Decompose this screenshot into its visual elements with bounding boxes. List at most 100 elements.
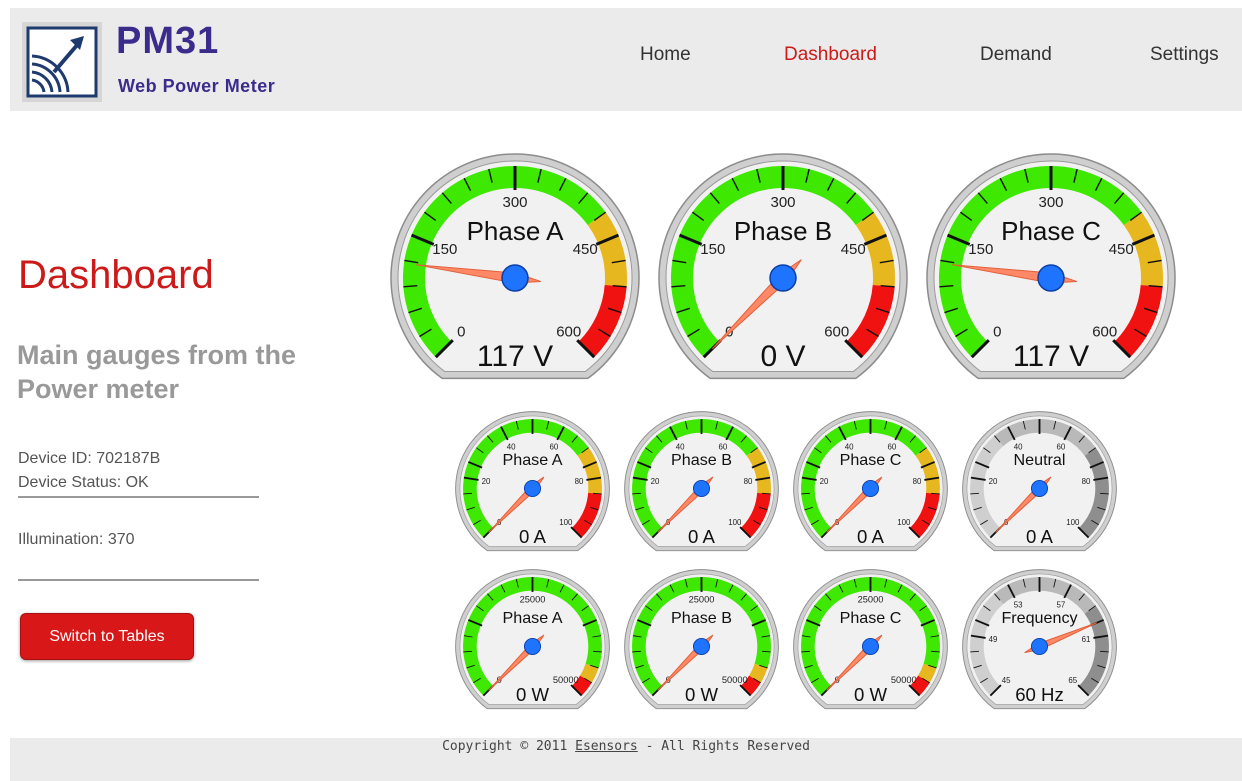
nav-home[interactable]: Home	[640, 44, 691, 66]
gauge-tick-label: 450	[841, 241, 866, 258]
current-gauge-phase-a: 020406080100Phase A0 A	[455, 411, 610, 560]
gauge-title: Phase B	[671, 609, 732, 627]
frequency-gauge: 45 49 53 57 61 65 Frequency 60 Hz	[962, 569, 1117, 718]
gauge-tick-label: 600	[556, 324, 581, 341]
gauge-tick-label: 50000	[891, 675, 917, 685]
gauge-title: Phase B	[734, 216, 832, 246]
page-title: Dashboard	[18, 253, 214, 297]
gauge-tick-label: 100	[897, 518, 911, 527]
gauge-value: 117 V	[1013, 340, 1089, 373]
gauge-title: Phase C	[840, 451, 902, 469]
gauge-tick-label: 100	[1066, 518, 1080, 527]
gauge-tick-label: 25000	[689, 594, 715, 604]
switch-to-tables-button[interactable]: Switch to Tables	[20, 613, 194, 660]
gauge-tick-label: 0	[993, 324, 1001, 341]
gauge-title: Neutral	[1014, 451, 1066, 469]
current-gauge-phase-c: 020406080100Phase C0 A	[793, 411, 948, 560]
gauge-hub	[1030, 637, 1049, 656]
gauge-value: 0 V	[760, 340, 805, 373]
gauge-hub	[692, 479, 711, 498]
gauge-title: Phase C	[840, 609, 902, 627]
voltage-gauge-phase-a: 0 150 300 450 600 Phase A 117 V	[390, 153, 640, 391]
gauge-tick-label: 150	[700, 241, 725, 258]
device-id: Device ID: 702187B	[18, 450, 161, 467]
gauge-hub	[769, 264, 797, 292]
gauge-svg: 0 150 300 450 600 Phase A 117 V	[390, 153, 640, 380]
gauge-hub	[861, 479, 880, 498]
gauge-tick-label: 45	[1002, 676, 1011, 685]
divider	[18, 579, 259, 581]
gauge-tick-label: 25000	[858, 594, 884, 604]
gauge-svg: 020406080100Phase B0 A	[624, 411, 779, 552]
gauge-value: 117 V	[477, 340, 553, 373]
gauge-tick-label: 25000	[520, 594, 546, 604]
nav-dashboard[interactable]: Dashboard	[784, 44, 877, 66]
nav-settings[interactable]: Settings	[1150, 44, 1219, 66]
gauge-title: Frequency	[1001, 609, 1078, 627]
footer: Copyright © 2011 Esensors - All Rights R…	[10, 738, 1242, 781]
gauge-tick-label: 300	[1038, 194, 1063, 211]
gauge-tick-label: 300	[770, 194, 795, 211]
gauge-tick-label: 100	[728, 518, 742, 527]
gauge-hub	[1030, 479, 1049, 498]
divider	[18, 496, 259, 498]
gauge-tick-label: 50000	[722, 675, 748, 685]
gauge-svg: 0150300450600Phase B0 V	[658, 153, 908, 380]
header-bar: PM31 Web Power Meter Home Dashboard Dema…	[10, 8, 1242, 111]
copyright-suffix: - All Rights Reserved	[637, 739, 810, 754]
gauge-tick-label: 20	[651, 477, 660, 486]
gauge-title: Phase A	[467, 216, 565, 246]
gauge-hub	[692, 637, 711, 656]
gauge-tick-label: 0	[457, 324, 465, 341]
gauge-value: 0 A	[688, 526, 715, 547]
gauge-title: Phase C	[1001, 216, 1101, 246]
gauge-tick-label: 80	[575, 477, 584, 486]
esensors-link[interactable]: Esensors	[575, 739, 638, 754]
gauge-tick-label: 20	[989, 477, 998, 486]
gauge-svg: 02500050000Phase A0 W	[455, 569, 610, 710]
power-gauge-phase-b: 02500050000Phase B0 W	[624, 569, 779, 718]
power-gauge-phase-c: 02500050000Phase C0 W	[793, 569, 948, 718]
gauge-svg: 0 150 300 450 600 Phase C 117 V	[926, 153, 1176, 380]
gauge-title: Phase B	[671, 451, 732, 469]
gauge-tick-label: 80	[913, 477, 922, 486]
gauge-value: 0 A	[857, 526, 884, 547]
logo[interactable]	[22, 22, 102, 102]
voltage-gauge-phase-b: 0150300450600Phase B0 V	[658, 153, 908, 391]
page-subtitle: Main gauges from the Power meter	[17, 340, 297, 404]
gauge-hub	[861, 637, 880, 656]
gauge-value: 0 A	[519, 526, 546, 547]
gauge-hub	[523, 637, 542, 656]
gauge-tick-label: 49	[989, 635, 998, 644]
gauge-tick-label: 20	[820, 477, 829, 486]
gauge-svg: 020406080100Phase C0 A	[793, 411, 948, 552]
gauge-tick-label: 450	[573, 241, 598, 258]
voltage-gauge-phase-c: 0 150 300 450 600 Phase C 117 V	[926, 153, 1176, 391]
gauge-tick-label: 450	[1109, 241, 1134, 258]
signal-logo-icon	[26, 26, 98, 98]
brand-title: PM31	[116, 20, 220, 62]
gauge-tick-label: 65	[1068, 676, 1077, 685]
nav-demand[interactable]: Demand	[980, 44, 1052, 66]
gauge-value: 60 Hz	[1015, 684, 1064, 705]
device-status: Device Status: OK	[18, 474, 149, 491]
gauge-tick-label: 50000	[553, 675, 579, 685]
gauge-value: 0 A	[1026, 526, 1053, 547]
gauge-tick-label: 150	[432, 241, 457, 258]
gauge-hub	[523, 479, 542, 498]
gauge-tick-label: 150	[968, 241, 993, 258]
gauge-svg: 020406080100Neutral0 A	[962, 411, 1117, 552]
current-gauge-phase-b: 020406080100Phase B0 A	[624, 411, 779, 560]
gauge-value: 0 W	[685, 684, 719, 705]
gauge-svg: 02500050000Phase C0 W	[793, 569, 948, 710]
gauge-value: 0 W	[516, 684, 550, 705]
power-gauge-phase-a: 02500050000Phase A0 W	[455, 569, 610, 718]
gauge-tick-label: 300	[502, 194, 527, 211]
gauge-title: Phase A	[502, 609, 562, 627]
gauge-svg: 02500050000Phase B0 W	[624, 569, 779, 710]
brand-subtitle: Web Power Meter	[118, 76, 276, 96]
gauge-svg: 020406080100Phase A0 A	[455, 411, 610, 552]
gauge-value: 0 W	[854, 684, 888, 705]
gauge-tick-label: 600	[1092, 324, 1117, 341]
gauge-tick-label: 600	[824, 324, 849, 341]
